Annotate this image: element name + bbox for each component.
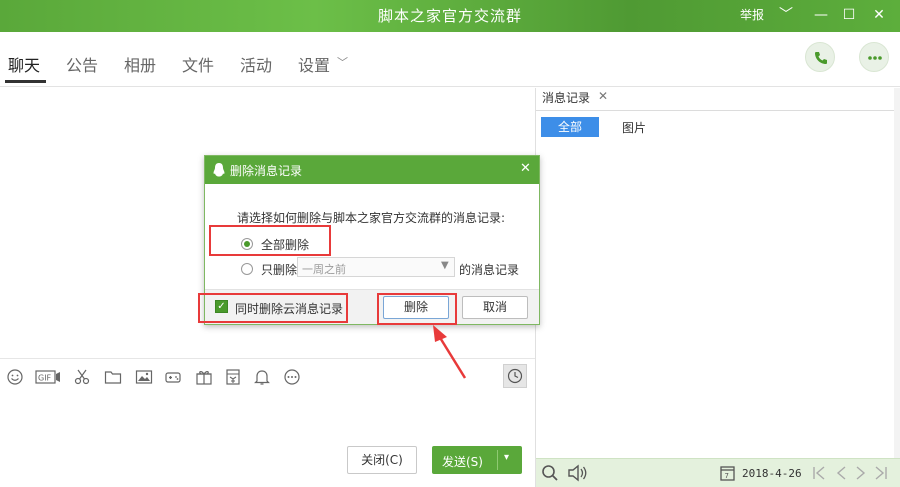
select-chevron-icon: ▼ — [441, 260, 449, 271]
history-date: 2018-4-26 — [742, 467, 802, 480]
tab-settings[interactable]: 设置 — [298, 52, 330, 76]
scissors-icon[interactable] — [73, 368, 91, 386]
history-footer: 7 2018-4-26 — [536, 458, 900, 487]
send-button-label: 发送(S) — [442, 455, 483, 469]
folder-icon[interactable] — [104, 368, 122, 386]
chevron-down-icon[interactable]: ﹀ — [337, 54, 348, 70]
history-scrollbar[interactable] — [894, 88, 900, 458]
bell-icon[interactable] — [253, 368, 271, 386]
image-icon[interactable] — [135, 368, 153, 386]
radio-delete-partial[interactable] — [241, 263, 253, 275]
history-tab[interactable]: 消息记录 — [542, 88, 590, 110]
filter-all-button[interactable]: 全部 — [541, 117, 599, 137]
svg-text:GIF: GIF — [38, 374, 52, 383]
tab-activities[interactable]: 活动 — [240, 52, 272, 76]
dialog-question: 请选择如何删除与脚本之家官方交流群的消息记录: — [237, 211, 506, 225]
svg-text:7: 7 — [725, 472, 729, 480]
penguin-icon — [213, 163, 225, 177]
gift-icon[interactable] — [195, 368, 213, 386]
highlight-cloud-checkbox — [198, 293, 348, 323]
time-range-select[interactable]: 一周之前 ▼ — [297, 257, 455, 277]
more-dots-icon — [868, 56, 882, 60]
time-range-value: 一周之前 — [302, 263, 346, 276]
close-chat-button[interactable]: 关闭(C) — [347, 446, 417, 474]
dialog-title: 删除消息记录 — [230, 164, 303, 178]
message-history-button[interactable] — [503, 364, 527, 388]
voice-call-button[interactable] — [805, 42, 835, 72]
window-title: 脚本之家官方交流群 — [377, 7, 522, 25]
radio-delete-partial-label[interactable]: 只删除 — [261, 261, 297, 278]
tab-files[interactable]: 文件 — [182, 52, 214, 76]
highlight-delete-button — [377, 293, 457, 325]
history-panel: 消息记录 ✕ 全部 图片 7 2018-4-26 — [536, 88, 900, 487]
collapse-button[interactable]: ﹀ — [775, 4, 797, 26]
more-options-button[interactable] — [859, 42, 889, 72]
gif-icon[interactable]: GIF — [35, 368, 61, 386]
clock-icon — [507, 368, 523, 384]
minimize-button[interactable]: — — [810, 4, 832, 26]
previous-page-icon[interactable] — [834, 465, 848, 481]
first-page-icon[interactable] — [812, 465, 826, 481]
highlight-delete-all — [209, 225, 331, 256]
tab-announcement[interactable]: 公告 — [66, 52, 98, 76]
tab-album[interactable]: 相册 — [124, 52, 156, 76]
title-bar: 脚本之家官方交流群 举报 ﹀ — ☐ ✕ — [0, 0, 900, 32]
send-button-divider — [497, 450, 498, 470]
last-page-icon[interactable] — [874, 465, 888, 481]
red-packet-icon[interactable] — [224, 368, 242, 386]
phone-icon — [815, 52, 827, 64]
dialog-title-bar: 删除消息记录 ✕ — [205, 156, 539, 184]
calendar-icon[interactable]: 7 — [720, 465, 735, 481]
active-tab-indicator — [5, 80, 46, 83]
report-link[interactable]: 举报 — [740, 6, 764, 23]
group-tabs: 聊天 公告 相册 文件 活动 设置 ﹀ — [0, 32, 900, 87]
filter-images-button[interactable]: 图片 — [622, 119, 646, 136]
history-tab-close-icon[interactable]: ✕ — [598, 89, 608, 103]
more-tools-icon[interactable] — [283, 368, 301, 386]
next-page-icon[interactable] — [854, 465, 868, 481]
radio-delete-partial-suffix: 的消息记录 — [459, 263, 520, 277]
cancel-button[interactable]: 取消 — [462, 296, 528, 319]
dialog-close-icon[interactable]: ✕ — [520, 161, 531, 176]
gamepad-icon[interactable] — [164, 368, 182, 386]
history-tab-line — [536, 110, 896, 111]
tab-chat[interactable]: 聊天 — [8, 52, 40, 76]
emoji-icon[interactable] — [6, 368, 24, 386]
maximize-button[interactable]: ☐ — [838, 4, 860, 26]
send-button[interactable]: 发送(S) ▾ — [432, 446, 522, 474]
search-icon[interactable] — [541, 464, 559, 482]
close-window-button[interactable]: ✕ — [868, 4, 890, 26]
speaker-icon[interactable] — [567, 464, 589, 482]
send-options-chevron-icon[interactable]: ▾ — [504, 452, 509, 463]
annotation-arrow — [433, 325, 467, 379]
